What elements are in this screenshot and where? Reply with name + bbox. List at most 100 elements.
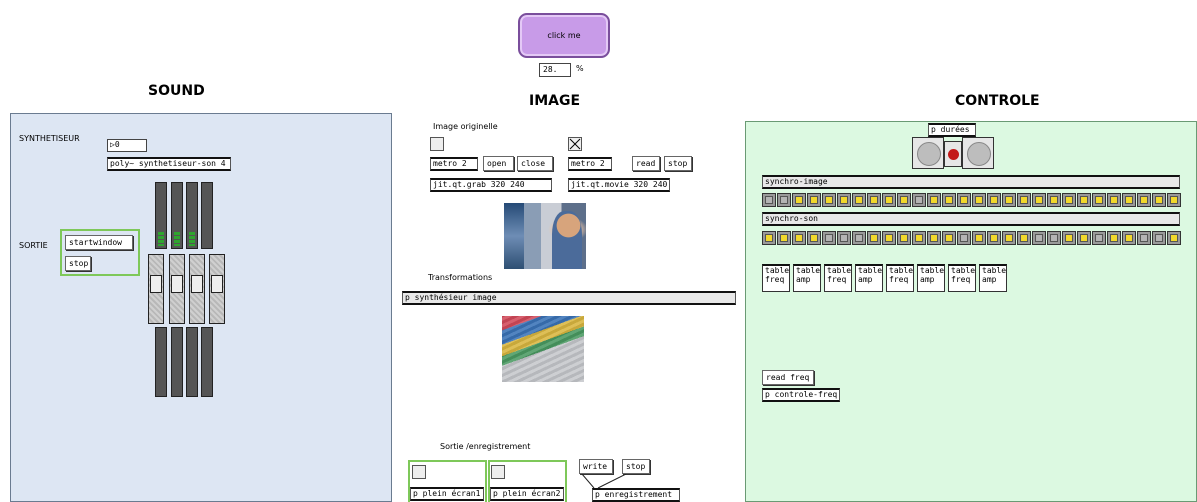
synchro-son-toggle[interactable] [1122, 231, 1136, 245]
synchro-son-toggle[interactable] [927, 231, 941, 245]
synchro-image-toggle[interactable] [1032, 193, 1046, 207]
table-freq-object[interactable]: table freq [886, 264, 914, 292]
synchro-son-toggle[interactable] [837, 231, 851, 245]
synchro-image-toggle[interactable] [1017, 193, 1031, 207]
synchro-son-toggle[interactable] [1137, 231, 1151, 245]
metro-right-object[interactable]: metro 2 [568, 157, 612, 171]
synchro-image-toggle[interactable] [777, 193, 791, 207]
synchro-son-toggle[interactable] [957, 231, 971, 245]
synchro-image-toggle[interactable] [882, 193, 896, 207]
synchro-son-toggle[interactable] [777, 231, 791, 245]
synchro-image-object[interactable]: synchro-image [762, 175, 1180, 189]
synchro-image-toggle[interactable] [1107, 193, 1121, 207]
table-freq-object[interactable]: table freq [824, 264, 852, 292]
synchro-son-toggle[interactable] [1077, 231, 1091, 245]
slider-knob-4[interactable] [211, 275, 223, 293]
table-freq-object[interactable]: table freq [762, 264, 790, 292]
synchro-son-toggle[interactable] [822, 231, 836, 245]
open-button[interactable]: open [483, 156, 514, 171]
record-stop-button[interactable]: stop [622, 459, 650, 474]
synchro-son-toggle[interactable] [1017, 231, 1031, 245]
synchro-son-toggle[interactable] [792, 231, 806, 245]
synchro-image-toggle[interactable] [762, 193, 776, 207]
synchro-image-toggle[interactable] [807, 193, 821, 207]
synchro-son-toggle[interactable] [987, 231, 1001, 245]
read-button[interactable]: read [632, 156, 660, 171]
synchro-son-toggle[interactable] [867, 231, 881, 245]
synchro-image-toggle[interactable] [1167, 193, 1181, 207]
voice-number-box[interactable]: ▷0 [107, 139, 147, 152]
read-freq-button[interactable]: read freq [762, 370, 814, 385]
synchro-image-toggle[interactable] [822, 193, 836, 207]
table-freq-object[interactable]: table freq [948, 264, 976, 292]
synchro-son-toggle[interactable] [942, 231, 956, 245]
enregistrement-object[interactable]: p enregistrement [592, 488, 680, 502]
startwindow-button[interactable]: startwindow [65, 235, 133, 250]
synchro-son-toggle[interactable] [1032, 231, 1046, 245]
toggle-right-x[interactable] [568, 137, 582, 151]
table-amp-object[interactable]: table amp [917, 264, 945, 292]
synchro-son-toggle[interactable] [807, 231, 821, 245]
synchro-image-toggle[interactable] [867, 193, 881, 207]
close-button[interactable]: close [517, 156, 553, 171]
durees-object[interactable]: p durées [928, 123, 976, 137]
synchro-image-toggle[interactable] [1092, 193, 1106, 207]
synchro-image-toggle[interactable] [837, 193, 851, 207]
synchro-image-toggle[interactable] [957, 193, 971, 207]
synchro-image-toggle[interactable] [1047, 193, 1061, 207]
toggle-left[interactable] [430, 137, 444, 151]
plein-toggle-1[interactable] [412, 465, 426, 479]
slider-knob-1[interactable] [150, 275, 162, 293]
synchro-image-toggle[interactable] [1062, 193, 1076, 207]
synchro-image-toggle[interactable] [852, 193, 866, 207]
jit-qt-grab-object[interactable]: jit.qt.grab 320 240 [430, 178, 552, 192]
click-me-button[interactable]: click me [518, 13, 610, 58]
synchro-son-object[interactable]: synchro-son [762, 212, 1180, 226]
image-stop-button[interactable]: stop [664, 156, 692, 171]
synchro-image-toggle[interactable] [912, 193, 926, 207]
synchro-son-toggle[interactable] [882, 231, 896, 245]
synchro-image-toggle[interactable] [942, 193, 956, 207]
synchro-son-toggle[interactable] [972, 231, 986, 245]
synchro-son-toggle[interactable] [1047, 231, 1061, 245]
poly-synth-object[interactable]: poly~ synthetiseur-son 4 [107, 157, 231, 171]
synchro-image-toggle[interactable] [1077, 193, 1091, 207]
synchro-son-toggle[interactable] [852, 231, 866, 245]
record-button[interactable] [944, 141, 962, 167]
slider-knob-3[interactable] [191, 275, 203, 293]
plein-toggle-2[interactable] [491, 465, 505, 479]
jit-qt-movie-object[interactable]: jit.qt.movie 320 240 [568, 178, 670, 192]
write-button[interactable]: write [579, 459, 613, 474]
controle-freq-object[interactable]: p controle-freq [762, 388, 840, 402]
synchro-image-toggle[interactable] [1137, 193, 1151, 207]
prev-button[interactable] [912, 137, 944, 169]
synchro-image-toggle[interactable] [1152, 193, 1166, 207]
synchro-son-toggle[interactable] [1152, 231, 1166, 245]
slider-knob-2[interactable] [171, 275, 183, 293]
plein-ecran1-object[interactable]: p plein écran1 [410, 487, 484, 501]
synchro-image-toggle[interactable] [987, 193, 1001, 207]
synchro-son-toggle[interactable] [897, 231, 911, 245]
percent-number-box[interactable]: 28. [539, 63, 571, 77]
table-amp-object[interactable]: table amp [793, 264, 821, 292]
synchro-son-toggle[interactable] [1107, 231, 1121, 245]
synchro-son-toggle[interactable] [1092, 231, 1106, 245]
synthesieur-image-object[interactable]: p synthésieur image [402, 291, 736, 305]
sound-stop-button[interactable]: stop [65, 256, 91, 271]
table-amp-object[interactable]: table amp [855, 264, 883, 292]
synchro-image-toggle[interactable] [897, 193, 911, 207]
synchro-son-toggle[interactable] [1062, 231, 1076, 245]
synchro-son-toggle[interactable] [1167, 231, 1181, 245]
synchro-son-toggle[interactable] [912, 231, 926, 245]
next-button[interactable] [962, 137, 994, 169]
synchro-image-toggle[interactable] [792, 193, 806, 207]
synchro-image-toggle[interactable] [927, 193, 941, 207]
synchro-image-toggle[interactable] [1002, 193, 1016, 207]
table-amp-object[interactable]: table amp [979, 264, 1007, 292]
synchro-image-toggle[interactable] [972, 193, 986, 207]
synchro-son-toggle[interactable] [1002, 231, 1016, 245]
synchro-son-toggle[interactable] [762, 231, 776, 245]
synchro-image-toggle[interactable] [1122, 193, 1136, 207]
plein-ecran2-object[interactable]: p plein écran2 [490, 487, 564, 501]
metro-left-object[interactable]: metro 2 [430, 157, 478, 171]
